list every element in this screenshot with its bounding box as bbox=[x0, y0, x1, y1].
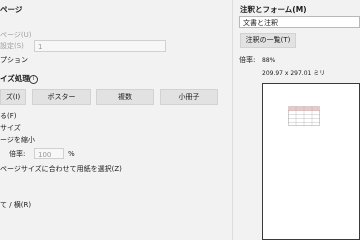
custom-scale-input[interactable]: 1 bbox=[34, 40, 166, 52]
page-section-heading: ページ bbox=[0, 5, 23, 14]
actual-size-option-label[interactable]: サイズ bbox=[0, 124, 21, 132]
custom-scale-label: 設定(S) bbox=[0, 42, 24, 50]
preview-table-thumbnail bbox=[288, 106, 320, 126]
comments-forms-value: 文書と注釈 bbox=[243, 19, 278, 27]
scale-label: 倍率: bbox=[9, 150, 26, 158]
page-range-label[interactable]: ページ(U) bbox=[0, 31, 31, 39]
custom-scale-value: 1 bbox=[38, 43, 43, 51]
zoom-value: 88% bbox=[262, 57, 276, 64]
comments-forms-select[interactable]: 文書と注釈 bbox=[239, 16, 360, 28]
multiple-button[interactable]: 複数 bbox=[96, 89, 154, 105]
options-label[interactable]: プション bbox=[0, 56, 28, 64]
zoom-label: 倍率: bbox=[239, 56, 256, 64]
fit-option-label[interactable]: る(F) bbox=[0, 112, 17, 120]
choose-paper-checkbox-label[interactable]: ページサイズに合わせて用紙を選択(Z) bbox=[0, 165, 122, 173]
size-section-heading: イズ処理 bbox=[0, 74, 30, 83]
scale-input[interactable]: 100 bbox=[34, 148, 64, 159]
comments-forms-label: 注釈とフォーム(M) bbox=[240, 5, 307, 14]
shrink-option-label[interactable]: ージを縮小 bbox=[0, 136, 35, 144]
size-button[interactable]: ズ(I) bbox=[0, 89, 26, 105]
scale-unit: % bbox=[68, 150, 75, 158]
booklet-button[interactable]: 小冊子 bbox=[160, 89, 218, 105]
page-size-text: 209.97 x 297.01 ミリ bbox=[262, 70, 326, 77]
orientation-label[interactable]: て / 横(R) bbox=[0, 201, 31, 209]
info-icon[interactable]: i bbox=[29, 75, 38, 84]
poster-button[interactable]: ポスター bbox=[32, 89, 91, 105]
scale-value: 100 bbox=[38, 150, 52, 159]
summarize-comments-button[interactable]: 注釈の一覧(T) bbox=[240, 33, 296, 48]
